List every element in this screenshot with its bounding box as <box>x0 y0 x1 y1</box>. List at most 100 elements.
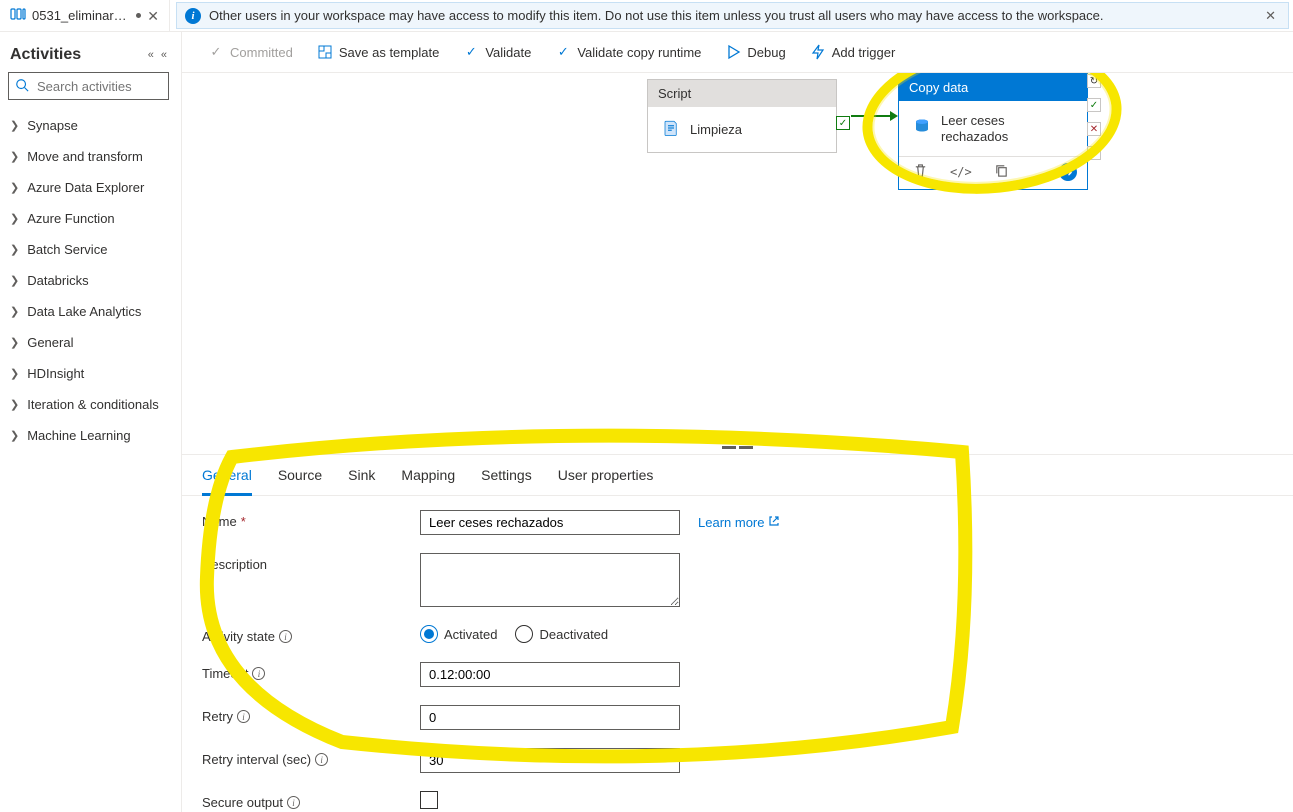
chevron-right-icon: ❯ <box>10 274 19 287</box>
tree-item-batch-service[interactable]: ❯Batch Service <box>4 234 173 265</box>
tab-title: 0531_eliminar_cese... <box>32 8 130 23</box>
info-icon[interactable]: i <box>237 710 250 723</box>
tree-item-synapse[interactable]: ❯Synapse <box>4 110 173 141</box>
database-icon <box>913 118 931 139</box>
chevron-right-icon: ❯ <box>10 398 19 411</box>
template-icon <box>317 44 333 60</box>
activity-type-label: Script <box>648 80 836 107</box>
deactivated-radio[interactable]: Deactivated <box>515 625 608 643</box>
secure-output-checkbox[interactable] <box>420 791 438 809</box>
delete-icon[interactable] <box>913 163 928 181</box>
chevron-right-icon: ❯ <box>10 119 19 132</box>
name-label: Name * <box>202 510 420 529</box>
add-trigger-button[interactable]: Add trigger <box>810 44 896 60</box>
info-icon: i <box>185 8 201 24</box>
tab-user-properties[interactable]: User properties <box>558 467 654 495</box>
timeout-input[interactable] <box>420 662 680 687</box>
hide-panel-icon[interactable]: « <box>159 47 169 63</box>
retry-input[interactable] <box>420 705 680 730</box>
chevron-right-icon: ❯ <box>10 305 19 318</box>
info-icon[interactable]: i <box>315 753 328 766</box>
tree-item-databricks[interactable]: ❯Databricks <box>4 265 173 296</box>
tab-close-icon[interactable]: ✕ <box>147 9 159 23</box>
activities-tree: ❯Synapse ❯Move and transform ❯Azure Data… <box>4 110 173 451</box>
run-icon[interactable]: ➜ <box>1059 163 1077 181</box>
checkmark-icon: ✓ <box>208 44 224 60</box>
tab-mapping[interactable]: Mapping <box>401 467 455 495</box>
tab-source[interactable]: Source <box>278 467 322 495</box>
activities-sidebar: Activities « « ❯Synapse ❯Move and transf… <box>0 32 182 812</box>
code-icon[interactable]: </> <box>950 165 972 179</box>
external-link-icon <box>768 515 780 530</box>
tab-settings[interactable]: Settings <box>481 467 532 495</box>
chevron-right-icon: ❯ <box>10 212 19 225</box>
tree-item-move-transform[interactable]: ❯Move and transform <box>4 141 173 172</box>
tab-general[interactable]: General <box>202 467 252 496</box>
info-icon[interactable]: i <box>252 667 265 680</box>
tree-item-hdinsight[interactable]: ❯HDInsight <box>4 358 173 389</box>
chevron-right-icon: ❯ <box>10 181 19 194</box>
info-icon[interactable]: i <box>279 630 292 643</box>
description-label: Description <box>202 553 420 572</box>
workspace-warning-banner: i Other users in your workspace may have… <box>176 2 1289 29</box>
tree-item-azure-data-explorer[interactable]: ❯Azure Data Explorer <box>4 172 173 203</box>
banner-text: Other users in your workspace may have a… <box>209 8 1104 23</box>
retry-interval-label: Retry interval (sec) i <box>202 748 420 767</box>
skip-port[interactable]: → <box>1087 146 1101 160</box>
pipeline-toolbar: ✓ Committed Save as template ✓ Validate … <box>182 32 1293 73</box>
save-as-template-button[interactable]: Save as template <box>317 44 439 60</box>
secure-output-label: Secure output i <box>202 791 420 810</box>
copy-icon[interactable] <box>994 163 1009 181</box>
success-connector <box>851 115 893 117</box>
activity-title: Leer ceses rechazados <box>941 113 1073 144</box>
info-icon[interactable]: i <box>287 796 300 809</box>
activity-title: Limpieza <box>690 122 742 137</box>
tab-sink[interactable]: Sink <box>348 467 375 495</box>
search-activities-box[interactable] <box>8 72 169 100</box>
script-icon <box>662 119 680 140</box>
panel-resize-grip[interactable] <box>718 446 758 452</box>
lightning-icon <box>810 44 826 60</box>
validate-copy-runtime-button[interactable]: ✓ Validate copy runtime <box>555 44 701 60</box>
retry-label: Retry i <box>202 705 420 724</box>
activated-radio[interactable]: Activated <box>420 625 497 643</box>
description-input[interactable] <box>420 553 680 607</box>
activity-state-label: Activity state i <box>202 625 420 644</box>
tree-item-data-lake-analytics[interactable]: ❯Data Lake Analytics <box>4 296 173 327</box>
activity-script-limpieza[interactable]: Script Limpieza ✓ <box>647 79 837 153</box>
activity-copydata-leer-ceses[interactable]: Copy data Leer ceses rechazados </> ➜ ↻ … <box>898 73 1088 190</box>
debug-button[interactable]: Debug <box>725 44 785 60</box>
retry-interval-input[interactable] <box>420 748 680 773</box>
activity-type-label: Copy data <box>899 74 1087 101</box>
pipeline-canvas[interactable]: Script Limpieza ✓ Copy data Leer ceses r… <box>182 73 1293 454</box>
chevron-right-icon: ❯ <box>10 150 19 163</box>
success-port[interactable]: ✓ <box>836 116 850 130</box>
play-icon <box>725 44 741 60</box>
pipeline-icon <box>10 6 26 25</box>
properties-panel: General Source Sink Mapping Settings Use… <box>182 454 1293 812</box>
tree-item-azure-function[interactable]: ❯Azure Function <box>4 203 173 234</box>
tree-item-iteration-conditionals[interactable]: ❯Iteration & conditionals <box>4 389 173 420</box>
chevron-right-icon: ❯ <box>10 243 19 256</box>
tab-bar: 0531_eliminar_cese... ✕ i Other users in… <box>0 0 1293 32</box>
checkmark-icon: ✓ <box>463 44 479 60</box>
tree-item-machine-learning[interactable]: ❯Machine Learning <box>4 420 173 451</box>
learn-more-link[interactable]: Learn more <box>698 515 780 530</box>
tree-item-general[interactable]: ❯General <box>4 327 173 358</box>
retry-port[interactable]: ↻ <box>1087 74 1101 88</box>
search-icon <box>15 78 29 95</box>
success-port[interactable]: ✓ <box>1087 98 1101 112</box>
chevron-right-icon: ❯ <box>10 336 19 349</box>
fail-port[interactable]: ✕ <box>1087 122 1101 136</box>
validate-button[interactable]: ✓ Validate <box>463 44 531 60</box>
collapse-all-icon[interactable]: « <box>146 47 153 63</box>
tab-dirty-dot <box>136 13 141 18</box>
document-tab[interactable]: 0531_eliminar_cese... ✕ <box>0 0 170 31</box>
activities-heading: Activities <box>10 46 81 64</box>
arrow-head-icon <box>890 111 898 121</box>
timeout-label: Timeout i <box>202 662 420 681</box>
banner-close-icon[interactable]: ✕ <box>1261 8 1280 24</box>
checkmark-icon: ✓ <box>555 44 571 60</box>
property-tabs: General Source Sink Mapping Settings Use… <box>182 455 1293 496</box>
name-input[interactable] <box>420 510 680 535</box>
